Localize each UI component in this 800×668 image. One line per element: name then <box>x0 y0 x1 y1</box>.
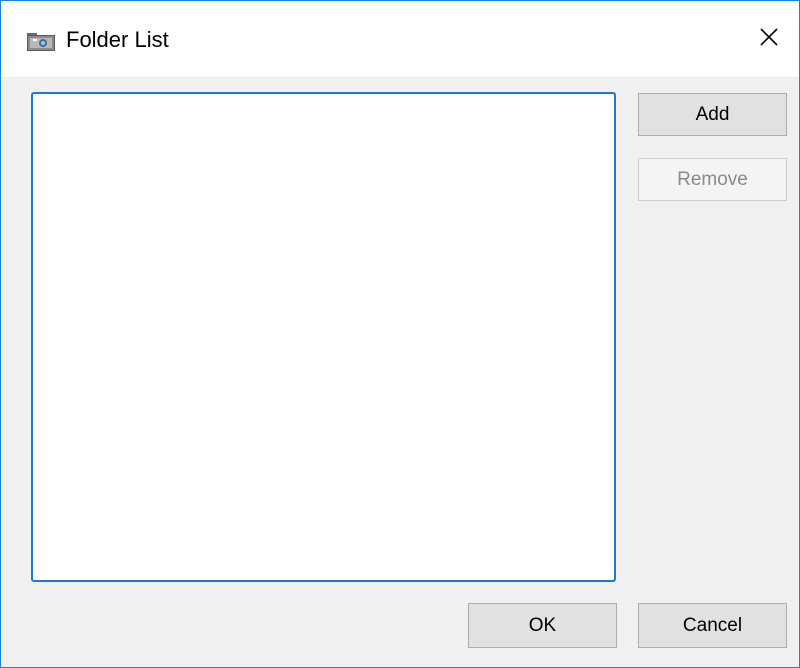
folder-listbox[interactable] <box>31 92 616 582</box>
close-button[interactable] <box>739 1 799 77</box>
folder-list-dialog: Folder List Add Remove OK Cancel <box>0 0 800 668</box>
window-title: Folder List <box>66 27 169 52</box>
folder-camera-icon <box>27 31 55 51</box>
add-button[interactable]: Add <box>638 93 787 136</box>
cancel-button[interactable]: Cancel <box>638 603 787 648</box>
remove-button[interactable]: Remove <box>638 158 787 201</box>
title-bar: Folder List <box>1 1 799 77</box>
ok-button[interactable]: OK <box>468 603 617 648</box>
close-icon <box>759 27 779 52</box>
